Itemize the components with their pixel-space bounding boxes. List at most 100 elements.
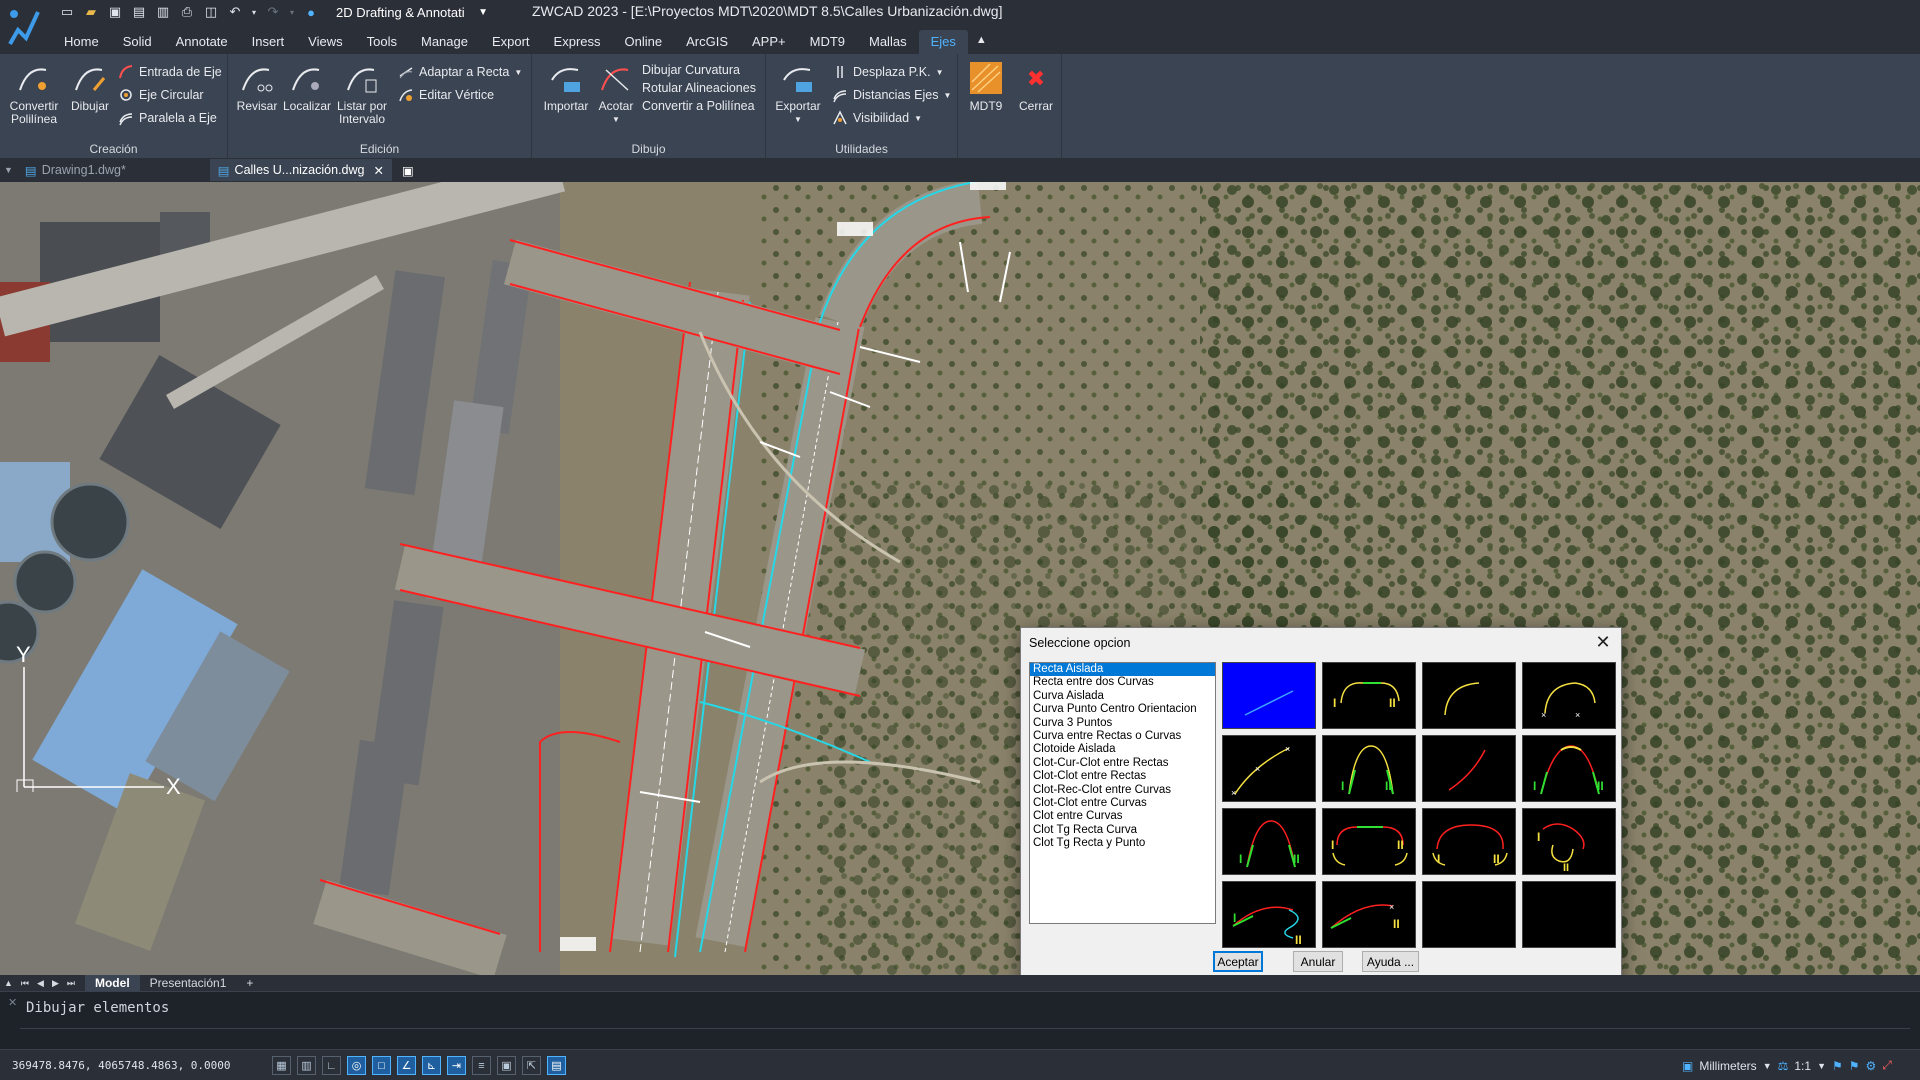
desplaza-pk-button[interactable]: Desplaza P.K. ▼ bbox=[832, 62, 944, 82]
tab-annotate[interactable]: Annotate bbox=[164, 30, 240, 54]
tab-arcgis[interactable]: ArcGIS bbox=[674, 30, 740, 54]
add-layout-button[interactable]: + bbox=[236, 975, 263, 991]
ayuda-button[interactable]: Ayuda ... bbox=[1362, 951, 1419, 972]
save-as-icon[interactable]: ▤ bbox=[130, 3, 148, 21]
list-item[interactable]: Recta Aislada bbox=[1030, 663, 1215, 677]
chevron-down-icon[interactable]: ▼ bbox=[1763, 1061, 1772, 1071]
dibujar-curvatura-button[interactable]: Dibujar Curvatura bbox=[642, 60, 740, 80]
chevron-down-icon[interactable]: ▼ bbox=[1817, 1061, 1826, 1071]
option-tile-clot-cur-clot[interactable]: I II bbox=[1522, 735, 1616, 802]
print-icon[interactable]: ⎙ bbox=[178, 3, 196, 21]
tab-ejes[interactable]: Ejes bbox=[918, 30, 968, 54]
tabs-menu-icon[interactable]: ▼ bbox=[0, 159, 17, 181]
list-item[interactable]: Clot entre Curvas bbox=[1030, 810, 1215, 823]
tab-mdt9[interactable]: MDT9 bbox=[798, 30, 857, 54]
option-tile-clot-tg-recta-curva[interactable]: I II bbox=[1222, 881, 1316, 948]
option-tile-curva-centro[interactable]: × × bbox=[1522, 662, 1616, 729]
rotular-alineaciones-button[interactable]: Rotular Alineaciones bbox=[642, 78, 756, 98]
dynamic-input-icon[interactable]: ⇥ bbox=[447, 1056, 466, 1075]
drawing-canvas[interactable]: Y X Seleccione opcion ✕ Recta Aislada Re… bbox=[0, 182, 1920, 975]
list-item[interactable]: Clot Tg Recta Curva bbox=[1030, 824, 1215, 837]
layout-tab-presentacion1[interactable]: Presentación1 bbox=[140, 975, 237, 991]
mdt9-button[interactable]: MDT9 bbox=[964, 60, 1008, 113]
command-line[interactable]: ✕ Dibujar elementos bbox=[0, 991, 1920, 1049]
eje-circular-button[interactable]: Eje Circular bbox=[118, 85, 204, 105]
polar-tracking-icon[interactable]: ◎ bbox=[347, 1056, 366, 1075]
editar-vertice-button[interactable]: Editar Vértice bbox=[398, 85, 494, 105]
tab-solid[interactable]: Solid bbox=[111, 30, 164, 54]
nav-first-icon[interactable]: ▲ bbox=[0, 975, 17, 991]
listar-intervalo-button[interactable]: Listar por Intervalo bbox=[334, 60, 390, 126]
close-icon[interactable]: ✕ bbox=[373, 163, 383, 178]
auto-scale-icon[interactable]: ⚑ bbox=[1849, 1059, 1860, 1073]
object-snap-icon[interactable]: □ bbox=[372, 1056, 391, 1075]
dynamic-ucs-icon[interactable]: ⊾ bbox=[422, 1056, 441, 1075]
tab-views[interactable]: Views bbox=[296, 30, 354, 54]
list-item[interactable]: Curva Punto Centro Orientacion bbox=[1030, 703, 1215, 716]
new-tab-icon[interactable]: ▣ bbox=[392, 159, 424, 181]
option-tile-curva-aislada[interactable] bbox=[1422, 662, 1516, 729]
convertir-polilinea-button[interactable]: Convertir Polilínea bbox=[6, 60, 62, 126]
nav-last-icon[interactable]: ⏭ bbox=[63, 975, 79, 991]
workspace-switch-icon[interactable]: ⚙ bbox=[1866, 1059, 1877, 1073]
aceptar-button[interactable]: Aceptar bbox=[1213, 951, 1263, 972]
tab-manage[interactable]: Manage bbox=[409, 30, 480, 54]
option-tile-clotoide-aislada[interactable] bbox=[1422, 735, 1516, 802]
tab-mallas[interactable]: Mallas bbox=[857, 30, 919, 54]
option-tile-curva-entre-rectas[interactable]: I II bbox=[1322, 735, 1416, 802]
list-item[interactable]: Recta entre dos Curvas bbox=[1030, 676, 1215, 689]
clean-screen-icon[interactable]: ⤢ bbox=[1882, 1058, 1892, 1073]
snap-icon[interactable]: ▥ bbox=[297, 1056, 316, 1075]
list-item[interactable]: Curva entre Rectas o Curvas bbox=[1030, 730, 1215, 743]
open-folder-icon[interactable]: ▰ bbox=[82, 3, 100, 21]
new-file-icon[interactable]: ▭ bbox=[58, 3, 76, 21]
layout-tab-model[interactable]: Model bbox=[84, 975, 140, 991]
workspace-dropdown[interactable]: 2D Drafting & Annotati ▼ bbox=[332, 2, 492, 22]
option-tile-recta-dos-curvas[interactable]: I II bbox=[1322, 662, 1416, 729]
localizar-button[interactable]: Localizar bbox=[282, 60, 332, 113]
exportar-button[interactable]: Exportar ▼ bbox=[772, 60, 824, 126]
visibilidad-button[interactable]: Visibilidad ▼ bbox=[832, 108, 922, 128]
tab-express[interactable]: Express bbox=[542, 30, 613, 54]
adaptar-recta-button[interactable]: Adaptar a Recta ▼ bbox=[398, 62, 522, 82]
nav-forward-icon[interactable]: ▶ bbox=[48, 975, 63, 991]
annotation-visibility-icon[interactable]: ⚑ bbox=[1832, 1059, 1843, 1073]
convertir-a-polilinea-button[interactable]: Convertir a Polilínea bbox=[642, 96, 755, 116]
entrada-eje-button[interactable]: Entrada de Eje bbox=[118, 62, 222, 82]
list-item[interactable]: Clot Tg Recta y Punto bbox=[1030, 837, 1215, 850]
undo-icon[interactable]: ↶ bbox=[226, 3, 244, 21]
tab-insert[interactable]: Insert bbox=[240, 30, 297, 54]
doc-tab-drawing1[interactable]: ▤ Drawing1.dwg* bbox=[17, 159, 210, 181]
paralela-eje-button[interactable]: Paralela a Eje bbox=[118, 108, 217, 128]
cerrar-button[interactable]: ✖ Cerrar bbox=[1014, 60, 1058, 113]
doc-tab-calles[interactable]: ▤ Calles U...nización.dwg ✕ bbox=[209, 159, 392, 181]
option-tile-clot-entre-curvas[interactable]: I II bbox=[1522, 808, 1616, 875]
close-icon[interactable]: ✕ bbox=[1593, 632, 1613, 653]
command-input[interactable] bbox=[20, 1028, 1910, 1046]
option-tile-clot-rec-clot-curvas[interactable]: I II bbox=[1322, 808, 1416, 875]
help-icon[interactable]: ● bbox=[302, 3, 320, 21]
distancias-ejes-button[interactable]: Distancias Ejes ▼ bbox=[832, 85, 951, 105]
option-listbox[interactable]: Recta Aislada Recta entre dos Curvas Cur… bbox=[1029, 662, 1216, 924]
transparency-icon[interactable]: ▣ bbox=[497, 1056, 516, 1075]
anular-button[interactable]: Anular bbox=[1293, 951, 1343, 972]
option-tile-curva-3-puntos[interactable]: × × × bbox=[1222, 735, 1316, 802]
list-item[interactable]: Clot-Rec-Clot entre Curvas bbox=[1030, 784, 1215, 797]
plot-preview-icon[interactable]: ◫ bbox=[202, 3, 220, 21]
option-tile-clot-clot-rectas[interactable]: I II bbox=[1222, 808, 1316, 875]
nav-back-icon[interactable]: ◀ bbox=[33, 975, 48, 991]
revisar-button[interactable]: Revisar bbox=[234, 60, 280, 113]
list-item[interactable]: Clot-Clot entre Rectas bbox=[1030, 770, 1215, 783]
nav-prev-icon[interactable]: ⏮ bbox=[17, 975, 33, 991]
selection-cycling-icon[interactable]: ⇱ bbox=[522, 1056, 541, 1075]
option-tile-recta-aislada[interactable] bbox=[1222, 662, 1316, 729]
tab-export[interactable]: Export bbox=[480, 30, 542, 54]
units-label[interactable]: Millimeters bbox=[1699, 1059, 1756, 1073]
list-item[interactable]: Curva 3 Puntos bbox=[1030, 717, 1215, 730]
redo-icon[interactable]: ↷ bbox=[264, 3, 282, 21]
save-icon[interactable]: ▣ bbox=[106, 3, 124, 21]
tab-app-plus[interactable]: APP+ bbox=[740, 30, 798, 54]
undo-dropdown-icon[interactable]: ▾ bbox=[250, 3, 258, 21]
tab-tools[interactable]: Tools bbox=[355, 30, 409, 54]
app-logo-icon[interactable] bbox=[4, 4, 44, 48]
